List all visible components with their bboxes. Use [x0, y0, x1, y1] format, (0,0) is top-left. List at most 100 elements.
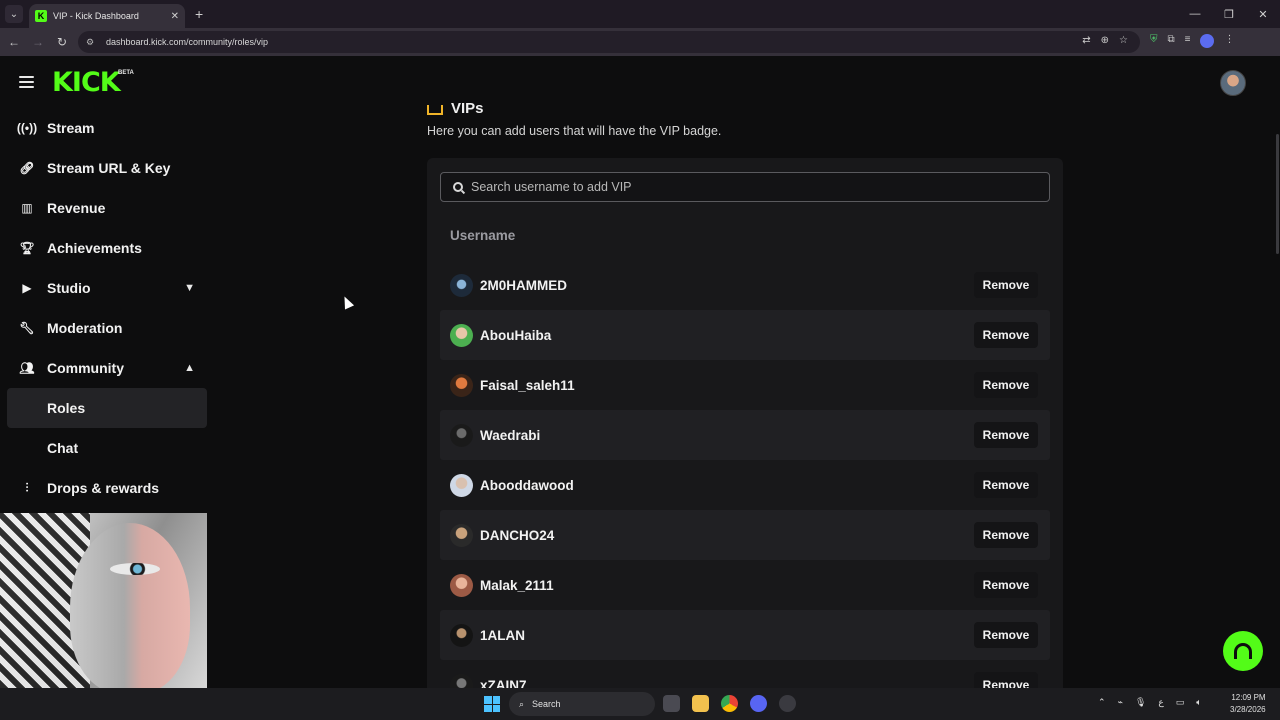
avatar: [450, 273, 473, 297]
remove-vip-button[interactable]: Remove: [974, 272, 1038, 298]
sidebar-item-chat[interactable]: Chat: [7, 428, 207, 468]
sidebar-item-community[interactable]: 👥︎ Community ▲: [7, 348, 207, 388]
translate-icon[interactable]: ⇄: [1082, 35, 1090, 46]
vip-section: VIPs Here you can add users that will ha…: [427, 100, 1063, 698]
bookmark-star-icon[interactable]: ☆: [1119, 35, 1128, 46]
sidebar-nav: ((•)) Stream 🔗︎ Stream URL & Key ▥ Reven…: [7, 108, 207, 508]
reload-icon[interactable]: ↻: [50, 35, 74, 49]
avatar: [450, 373, 473, 397]
vip-badge-icon: [427, 105, 443, 115]
sidebar-item-studio[interactable]: ▶ Studio ▼: [7, 268, 207, 308]
vip-row: Malak_2111 Remove: [440, 560, 1050, 610]
webcam-overlay: [0, 513, 207, 688]
webcam-eye: [110, 563, 160, 575]
vip-row: 2M0HAMMED Remove: [440, 260, 1050, 310]
vip-row: 1ALAN Remove: [440, 610, 1050, 660]
remove-vip-button[interactable]: Remove: [974, 572, 1038, 598]
shield-extension-icon[interactable]: ⛨: [1150, 34, 1158, 48]
vip-username: DANCHO24: [480, 527, 555, 543]
sidebar-item-label: Stream URL & Key: [47, 160, 171, 176]
webcam-face: [70, 523, 190, 688]
discord-icon[interactable]: [750, 695, 767, 712]
vip-list: 2M0HAMMED Remove AbouHaiba Remove Faisal…: [440, 260, 1050, 698]
more-menu-icon[interactable]: ⋮: [1224, 34, 1234, 48]
hamburger-menu-icon[interactable]: [19, 76, 34, 90]
taskbar-search[interactable]: ⌕ Search: [509, 692, 655, 716]
link-icon: 🔗︎: [19, 161, 35, 175]
close-window-icon[interactable]: ✕: [1246, 8, 1280, 21]
restore-icon[interactable]: ❐: [1212, 8, 1246, 21]
browser-tab[interactable]: K VIP - Kick Dashboard ✕: [29, 4, 185, 28]
vip-card: Username 2M0HAMMED Remove AbouHaiba Remo…: [427, 158, 1063, 698]
tab-search-icon[interactable]: ⌄: [5, 5, 23, 23]
user-avatar[interactable]: [1220, 70, 1246, 96]
username-column-header: Username: [450, 228, 516, 243]
vip-username: AbouHaiba: [480, 327, 552, 343]
windows-taskbar: ⌕ Search ⌃ ⌁ 🎙︎ ع ▭ 🔈︎ 12:09 PM 3/28/202…: [0, 688, 1280, 720]
taskbar-apps: [663, 695, 796, 712]
chevron-down-icon: ▼: [184, 282, 195, 294]
clock-date: 3/28/2026: [1230, 705, 1266, 714]
sidebar-item-achievements[interactable]: 🏆︎ Achievements: [7, 228, 207, 268]
sidebar-item-stream-url-key[interactable]: 🔗︎ Stream URL & Key: [7, 148, 207, 188]
vip-row: Waedrabi Remove: [440, 410, 1050, 460]
task-view-icon[interactable]: [663, 695, 680, 712]
vip-username: Abooddawood: [480, 477, 574, 493]
sidebar-item-stream[interactable]: ((•)) Stream: [7, 108, 207, 148]
remove-vip-button[interactable]: Remove: [974, 422, 1038, 448]
sidebar-item-drops-rewards[interactable]: ⫶ Drops & rewards: [7, 468, 207, 508]
browser-toolbar: ← → ↻ ⚙ dashboard.kick.com/community/rol…: [0, 28, 1280, 56]
headset-icon: [1234, 643, 1252, 659]
microphone-icon[interactable]: 🎙︎: [1135, 697, 1146, 708]
sidebar-item-label: Revenue: [47, 200, 106, 216]
new-tab-icon[interactable]: +: [195, 6, 203, 22]
address-bar[interactable]: ⚙ dashboard.kick.com/community/roles/vip…: [78, 31, 1140, 53]
language-icon[interactable]: ع: [1158, 697, 1163, 708]
file-explorer-icon[interactable]: [692, 695, 709, 712]
vip-search-field[interactable]: [440, 172, 1050, 202]
remove-vip-button[interactable]: Remove: [974, 472, 1038, 498]
vip-row: Faisal_saleh11 Remove: [440, 360, 1050, 410]
kick-logo[interactable]: KICK: [52, 68, 121, 98]
tray-chevron-icon[interactable]: ⌃: [1098, 697, 1106, 708]
forward-icon[interactable]: →: [26, 35, 50, 49]
page-scrollbar[interactable]: [1276, 134, 1279, 254]
extensions-icon[interactable]: ⧉: [1168, 34, 1175, 48]
media-icon[interactable]: ≡: [1185, 34, 1191, 48]
display-icon[interactable]: ▭: [1176, 697, 1185, 708]
app-icon[interactable]: [779, 695, 796, 712]
taskbar-clock[interactable]: 12:09 PM 3/28/2026: [1230, 692, 1266, 716]
support-headset-button[interactable]: [1223, 631, 1263, 671]
drops-icon: ⫶: [25, 480, 29, 495]
kick-favicon-icon: K: [35, 10, 47, 22]
sidebar-item-roles[interactable]: Roles: [7, 388, 207, 428]
avatar: [450, 323, 473, 347]
browser-tab-strip: ⌄ K VIP - Kick Dashboard ✕ + — ❐ ✕: [0, 0, 1280, 28]
tab-close-icon[interactable]: ✕: [171, 11, 179, 22]
sidebar-item-moderation[interactable]: 🔧︎ Moderation: [7, 308, 207, 348]
vip-username: 2M0HAMMED: [480, 277, 568, 293]
network-icon[interactable]: ⌁: [1118, 697, 1123, 708]
minimize-icon[interactable]: —: [1178, 8, 1212, 20]
remove-vip-button[interactable]: Remove: [974, 322, 1038, 348]
vip-username: Waedrabi: [480, 427, 541, 443]
vip-username: Faisal_saleh11: [480, 377, 575, 393]
sidebar-item-label: Achievements: [47, 240, 142, 256]
windows-start-icon[interactable]: [484, 696, 500, 712]
vip-search-input[interactable]: [471, 180, 1049, 194]
remove-vip-button[interactable]: Remove: [974, 372, 1038, 398]
sidebar-item-label: Stream: [47, 120, 95, 136]
tab-title: VIP - Kick Dashboard: [53, 11, 139, 21]
zoom-icon[interactable]: ⊕: [1101, 35, 1109, 46]
chrome-icon[interactable]: [721, 695, 738, 712]
sidebar-item-revenue[interactable]: ▥ Revenue: [7, 188, 207, 228]
volume-icon[interactable]: 🔈︎: [1196, 697, 1201, 708]
profile-icon[interactable]: [1200, 34, 1215, 48]
remove-vip-button[interactable]: Remove: [974, 522, 1038, 548]
sidebar-item-label: Studio: [47, 280, 91, 296]
beta-badge: BETA: [118, 70, 134, 76]
remove-vip-button[interactable]: Remove: [974, 622, 1038, 648]
vip-username: 1ALAN: [480, 627, 526, 643]
back-icon[interactable]: ←: [2, 35, 26, 49]
site-info-icon[interactable]: ⚙: [86, 37, 98, 48]
